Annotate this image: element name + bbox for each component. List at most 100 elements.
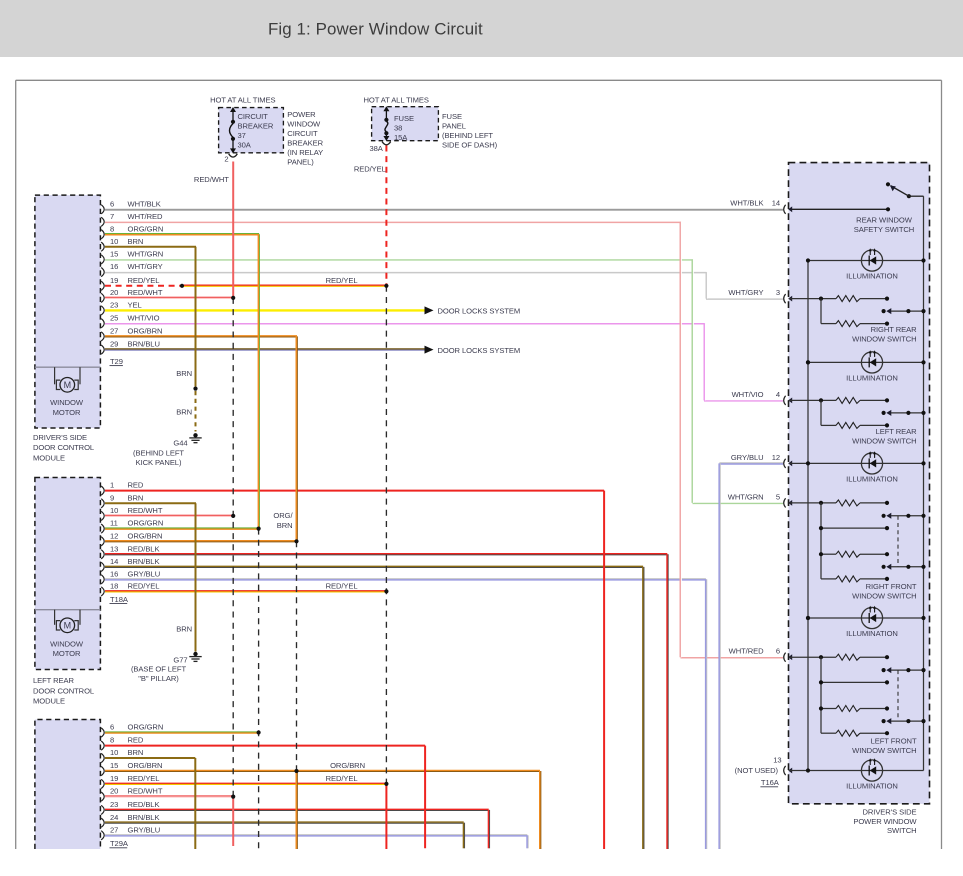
svg-text:10: 10: [110, 237, 118, 246]
svg-text:WHT/VIO: WHT/VIO: [128, 313, 160, 322]
svg-text:23: 23: [110, 800, 118, 809]
svg-text:WINDOW SWITCH: WINDOW SWITCH: [852, 437, 916, 446]
svg-text:(NOT USED): (NOT USED): [735, 766, 779, 775]
svg-text:DRIVER'S SIDE: DRIVER'S SIDE: [862, 808, 916, 817]
svg-text:BRN: BRN: [277, 521, 293, 530]
svg-text:BREAKER: BREAKER: [238, 122, 274, 131]
svg-text:YEL: YEL: [128, 301, 142, 310]
svg-text:5: 5: [776, 492, 780, 501]
svg-text:13: 13: [773, 756, 781, 765]
svg-text:DRIVER'S SIDE: DRIVER'S SIDE: [33, 433, 87, 442]
svg-text:ORG/GRN: ORG/GRN: [128, 723, 164, 732]
svg-text:T16A: T16A: [761, 778, 780, 787]
svg-text:ORG/BRN: ORG/BRN: [330, 761, 365, 770]
svg-text:LEFT REAR: LEFT REAR: [33, 676, 75, 685]
svg-text:ILLUMINATION: ILLUMINATION: [846, 272, 898, 281]
svg-text:27: 27: [110, 825, 118, 834]
svg-text:DOOR CONTROL: DOOR CONTROL: [33, 443, 94, 452]
svg-text:14: 14: [110, 557, 118, 566]
svg-text:16: 16: [110, 262, 118, 271]
svg-text:12: 12: [110, 531, 118, 540]
svg-text:WINDOW: WINDOW: [50, 398, 84, 407]
svg-text:ORG/BRN: ORG/BRN: [128, 327, 163, 336]
svg-text:16: 16: [110, 569, 118, 578]
svg-text:2: 2: [224, 154, 228, 163]
svg-text:11: 11: [110, 519, 118, 528]
svg-text:RED/YEL: RED/YEL: [128, 582, 160, 591]
svg-text:ORG/BRN: ORG/BRN: [128, 761, 163, 770]
svg-text:ORG/: ORG/: [273, 511, 293, 520]
svg-text:RED/YEL: RED/YEL: [128, 774, 160, 783]
svg-text:DOOR LOCKS SYSTEM: DOOR LOCKS SYSTEM: [438, 346, 521, 355]
svg-text:WHT/GRN: WHT/GRN: [128, 250, 164, 259]
svg-text:MOTOR: MOTOR: [53, 408, 81, 417]
svg-text:RED/BLK: RED/BLK: [128, 800, 160, 809]
svg-text:6: 6: [110, 723, 114, 732]
svg-text:SIDE OF DASH): SIDE OF DASH): [442, 141, 498, 150]
svg-text:6: 6: [776, 647, 780, 656]
svg-text:BRN: BRN: [128, 748, 144, 757]
svg-text:WHT/RED: WHT/RED: [729, 647, 764, 656]
svg-text:RED/WHT: RED/WHT: [128, 506, 163, 515]
svg-text:BRN/BLK: BRN/BLK: [128, 557, 160, 566]
svg-text:ILLUMINATION: ILLUMINATION: [846, 782, 898, 791]
svg-text:HOT AT ALL TIMES: HOT AT ALL TIMES: [363, 96, 428, 105]
svg-text:12: 12: [772, 453, 780, 462]
svg-text:BRN/BLU: BRN/BLU: [128, 340, 160, 349]
svg-text:BRN: BRN: [128, 493, 144, 502]
svg-text:M: M: [64, 380, 71, 390]
svg-text:ILLUMINATION: ILLUMINATION: [846, 374, 898, 383]
svg-text:23: 23: [110, 301, 118, 310]
svg-text:25: 25: [110, 313, 118, 322]
svg-text:RED/WHT: RED/WHT: [194, 175, 229, 184]
svg-text:RED/WHT: RED/WHT: [128, 288, 163, 297]
svg-text:6: 6: [110, 199, 114, 208]
svg-text:RED/YEL: RED/YEL: [354, 165, 386, 174]
svg-text:BRN/BLK: BRN/BLK: [128, 813, 160, 822]
svg-text:(BASE OF LEFT: (BASE OF LEFT: [131, 665, 187, 674]
svg-text:(BEHIND LEFT: (BEHIND LEFT: [133, 448, 184, 457]
svg-text:"B" PILLAR): "B" PILLAR): [138, 674, 179, 683]
svg-text:ILLUMINATION: ILLUMINATION: [846, 475, 898, 484]
svg-text:CIRCUIT: CIRCUIT: [238, 112, 269, 121]
svg-text:SAFETY SWITCH: SAFETY SWITCH: [854, 225, 914, 234]
svg-text:30A: 30A: [238, 141, 252, 150]
svg-text:WINDOW: WINDOW: [287, 120, 321, 129]
svg-text:19: 19: [110, 774, 118, 783]
svg-text:(IN RELAY: (IN RELAY: [287, 148, 323, 157]
svg-text:RED/YEL: RED/YEL: [326, 774, 358, 783]
svg-text:WHT/GRY: WHT/GRY: [128, 262, 163, 271]
svg-text:WHT/GRN: WHT/GRN: [728, 492, 764, 501]
svg-text:FUSE: FUSE: [442, 112, 462, 121]
svg-text:RED/BLK: RED/BLK: [128, 544, 160, 553]
svg-text:WHT/GRY: WHT/GRY: [728, 288, 763, 297]
svg-text:BRN: BRN: [128, 237, 144, 246]
svg-text:BREAKER: BREAKER: [287, 139, 323, 148]
svg-text:ILLUMINATION: ILLUMINATION: [846, 629, 898, 638]
svg-text:PANEL: PANEL: [442, 122, 466, 131]
svg-text:T29A: T29A: [110, 839, 129, 848]
svg-text:3: 3: [776, 288, 780, 297]
svg-text:18: 18: [110, 582, 118, 591]
svg-text:WINDOW: WINDOW: [50, 640, 84, 649]
svg-text:T18A: T18A: [110, 595, 129, 604]
svg-text:RED/YEL: RED/YEL: [128, 276, 160, 285]
svg-text:WINDOW SWITCH: WINDOW SWITCH: [852, 335, 916, 344]
svg-text:8: 8: [110, 224, 114, 233]
svg-text:DOOR LOCKS SYSTEM: DOOR LOCKS SYSTEM: [438, 307, 521, 316]
svg-text:WHT/BLK: WHT/BLK: [128, 199, 161, 208]
svg-text:M: M: [64, 621, 71, 631]
svg-text:8: 8: [110, 736, 114, 745]
svg-text:RED/YEL: RED/YEL: [326, 276, 358, 285]
svg-text:T29: T29: [110, 357, 123, 366]
svg-text:SWITCH: SWITCH: [887, 826, 916, 835]
svg-text:38: 38: [394, 123, 402, 132]
svg-text:REAR WINDOW: REAR WINDOW: [856, 216, 913, 225]
svg-text:GRY/BLU: GRY/BLU: [128, 825, 161, 834]
svg-text:19: 19: [110, 276, 118, 285]
svg-text:ORG/BRN: ORG/BRN: [128, 531, 163, 540]
svg-text:WHT/RED: WHT/RED: [128, 212, 163, 221]
svg-text:G77: G77: [173, 655, 187, 664]
svg-text:DOOR CONTROL: DOOR CONTROL: [33, 686, 94, 695]
svg-text:RED: RED: [128, 481, 144, 490]
